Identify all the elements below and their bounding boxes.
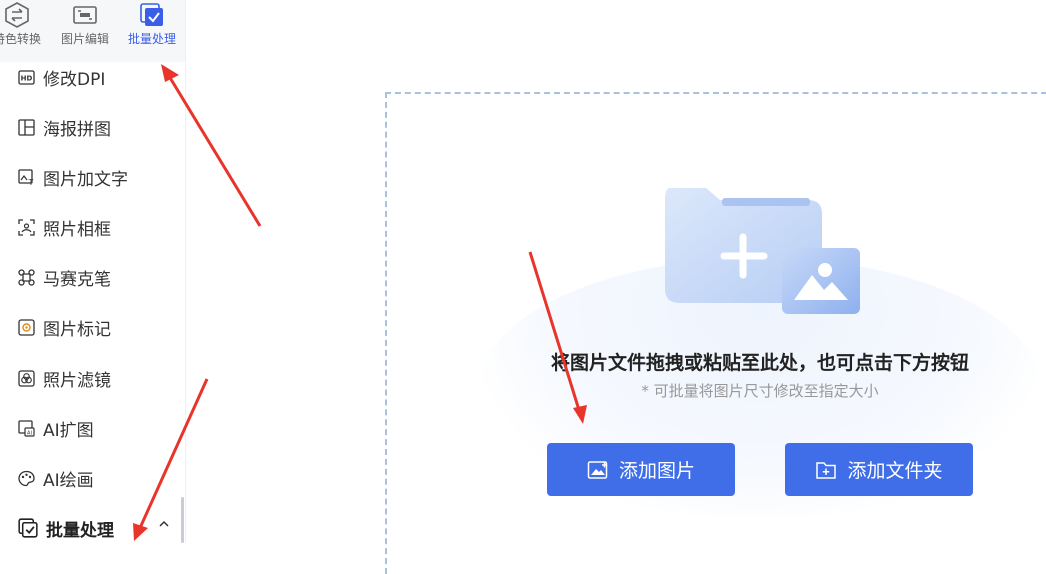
batch-check-icon [140, 3, 163, 26]
sidebar-item-label: 图片加文字 [43, 169, 128, 190]
svg-text:AI: AI [27, 430, 32, 436]
sidebar-item-label: 照片相框 [43, 219, 111, 240]
sidebar-item-photo-frame[interactable]: 照片相框 [18, 215, 111, 240]
sidebar-item-ai-painting[interactable]: AI绘画 [18, 466, 94, 491]
sidebar-item-label: AI绘画 [43, 470, 94, 491]
add-image-icon [587, 460, 608, 479]
tab-image-edit-label: 图片编辑 [60, 32, 109, 46]
tab-batch-process-label: 批量处理 [127, 32, 176, 46]
image-edit-icon [73, 6, 97, 24]
sidebar-item-photo-filter[interactable]: 照片滤镜 [18, 366, 111, 391]
tab-batch-process[interactable]: 批量处理 [122, 0, 182, 62]
chevron-up-icon[interactable] [158, 518, 170, 530]
sidebar-item-label: AI扩图 [43, 420, 94, 441]
sidebar-item-image-text[interactable]: T 图片加文字 [18, 165, 128, 190]
swap-icon [5, 2, 29, 28]
image-text-icon: T [18, 168, 34, 186]
tab-feature-convert-label: 特色转换 [0, 32, 41, 46]
drop-sub-hint: * 可批量将图片尺寸修改至指定大小 [641, 382, 879, 400]
sidebar: 特色转换 图片编辑 批量处理 HD 修改DPI [0, 0, 186, 543]
svg-text:HD: HD [21, 74, 33, 82]
mark-icon [18, 318, 35, 336]
sidebar-scrollbar[interactable] [181, 497, 184, 543]
ai-expand-icon: AI [18, 419, 35, 437]
add-image-button[interactable]: 添加图片 [547, 443, 735, 496]
sidebar-item-mosaic-pen[interactable]: 马赛克笔 [18, 265, 111, 290]
folder-add-illustration [665, 188, 860, 314]
mosaic-icon [18, 268, 35, 286]
sidebar-section-label: 批量处理 [46, 520, 114, 541]
palette-icon [18, 470, 35, 486]
sidebar-item-label: 马赛克笔 [43, 269, 111, 290]
photo-frame-icon [18, 218, 35, 236]
add-folder-label: 添加文件夹 [847, 460, 943, 482]
add-folder-icon [816, 461, 837, 479]
sidebar-item-ai-expand[interactable]: AI AI扩图 [18, 416, 94, 441]
sidebar-item-label: 修改DPI [43, 69, 106, 90]
add-image-label: 添加图片 [618, 460, 695, 482]
filter-icon [18, 369, 35, 387]
svg-text:T: T [28, 178, 34, 186]
drop-hint: 将图片文件拖拽或粘贴至此处，也可点击下方按钮 [550, 352, 969, 374]
top-tab-bar: 特色转换 图片编辑 批量处理 [0, 0, 185, 62]
sidebar-item-label: 照片滤镜 [43, 370, 111, 391]
sidebar-section-batch-process[interactable]: 批量处理 [18, 516, 114, 541]
layout-icon [18, 118, 35, 136]
hd-icon: HD [18, 69, 35, 85]
sidebar-item-modify-dpi[interactable]: HD 修改DPI [18, 65, 106, 90]
sidebar-item-label: 图片标记 [43, 319, 111, 340]
sidebar-item-image-mark[interactable]: 图片标记 [18, 315, 111, 340]
sidebar-item-label: 海报拼图 [43, 119, 111, 140]
add-folder-button[interactable]: 添加文件夹 [785, 443, 973, 496]
batch-check-icon [18, 518, 38, 538]
tab-feature-convert[interactable]: 特色转换 [0, 0, 48, 62]
sidebar-item-poster-collage[interactable]: 海报拼图 [18, 115, 111, 140]
tab-image-edit[interactable]: 图片编辑 [57, 0, 113, 62]
